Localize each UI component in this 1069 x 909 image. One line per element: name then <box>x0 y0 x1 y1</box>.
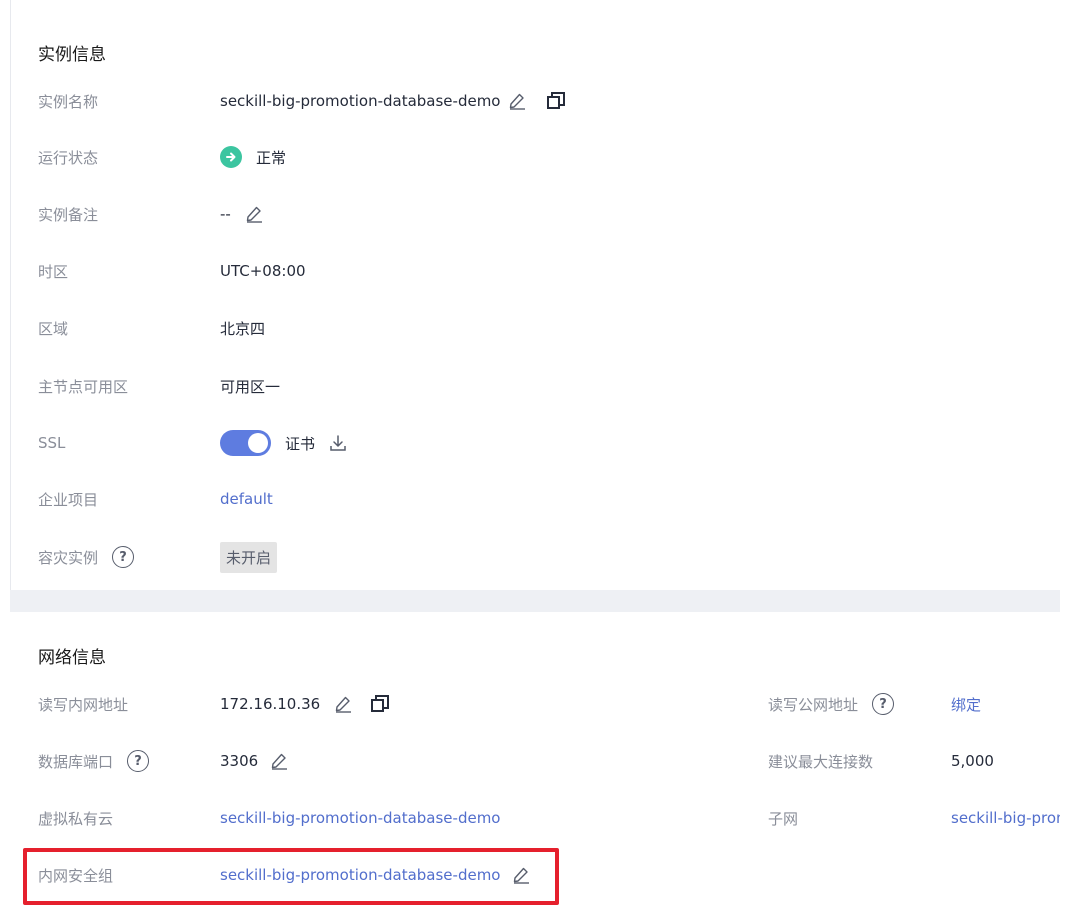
certificate-label: 证书 <box>285 434 316 453</box>
private-ip-row: 172.16.10.36 <box>220 692 390 716</box>
port-label: 数据库端口 <box>38 752 114 771</box>
ssl-row: 证书 <box>220 429 347 457</box>
subnet-label: 子网 <box>768 809 799 828</box>
help-icon[interactable]: ? <box>127 750 150 772</box>
instance-name-label: 实例名称 <box>38 92 99 111</box>
status-row: 正常 <box>220 146 286 168</box>
subnet-link[interactable]: seckill-big-promotion-database-demo <box>951 809 1060 827</box>
ssl-toggle[interactable] <box>220 430 271 456</box>
instance-name-row: seckill-big-promotion-database-demo <box>220 90 566 112</box>
vpc-label: 虚拟私有云 <box>38 809 114 828</box>
bind-public-ip-link[interactable]: 绑定 <box>951 692 981 716</box>
network-info-title: 网络信息 <box>38 648 106 668</box>
instance-detail-page: 实例信息 实例名称 seckill-big-promotion-database… <box>0 0 1069 909</box>
project-link[interactable]: default <box>220 488 273 510</box>
timezone-value: UTC+08:00 <box>220 262 306 280</box>
private-ip-label: 读写内网地址 <box>38 695 129 714</box>
az-value: 可用区一 <box>220 377 281 396</box>
dr-label-row: 容灾实例 ? <box>38 542 135 572</box>
status-label: 运行状态 <box>38 148 99 167</box>
dr-label: 容灾实例 <box>38 548 99 567</box>
ssl-label: SSL <box>38 434 66 452</box>
port-label-row: 数据库端口 ? <box>38 749 150 773</box>
security-group-highlight-box <box>23 848 559 905</box>
region-value: 北京四 <box>220 319 266 338</box>
project-label: 企业项目 <box>38 490 99 509</box>
timezone-label: 时区 <box>38 262 69 281</box>
copy-icon[interactable] <box>546 91 566 111</box>
port-row: 3306 <box>220 749 288 773</box>
vpc-link[interactable]: seckill-big-promotion-database-demo <box>220 806 500 830</box>
edit-icon[interactable] <box>245 205 263 223</box>
help-icon[interactable]: ? <box>112 546 135 568</box>
status-value: 正常 <box>256 148 287 167</box>
dr-row: 未开启 <box>220 541 278 573</box>
max-connections-value: 5,000 <box>951 752 994 770</box>
port-value: 3306 <box>220 752 259 770</box>
remark-row: -- <box>220 203 263 225</box>
remark-value: -- <box>220 205 231 223</box>
edit-icon[interactable] <box>270 752 288 770</box>
download-icon[interactable] <box>329 434 347 452</box>
status-normal-icon <box>220 146 242 168</box>
region-label: 区域 <box>38 319 69 338</box>
copy-icon[interactable] <box>370 694 390 714</box>
public-ip-label: 读写公网地址 <box>768 695 859 714</box>
max-connections-label: 建议最大连接数 <box>768 752 874 771</box>
edit-icon[interactable] <box>334 695 352 713</box>
private-ip-value: 172.16.10.36 <box>220 695 321 713</box>
public-ip-label-row: 读写公网地址 ? <box>768 692 895 716</box>
panel-border <box>10 0 11 590</box>
section-divider <box>10 590 1060 612</box>
ssl-toggle-knob <box>248 433 268 453</box>
dr-status-tag: 未开启 <box>220 541 278 573</box>
subnet-row: seckill-big-promotion-database-demo <box>951 806 1060 830</box>
edit-icon[interactable] <box>508 92 526 110</box>
remark-label: 实例备注 <box>38 205 99 224</box>
az-label: 主节点可用区 <box>38 377 129 396</box>
instance-info-title: 实例信息 <box>38 45 106 65</box>
instance-name-value: seckill-big-promotion-database-demo <box>220 92 501 110</box>
help-icon[interactable]: ? <box>872 693 895 715</box>
